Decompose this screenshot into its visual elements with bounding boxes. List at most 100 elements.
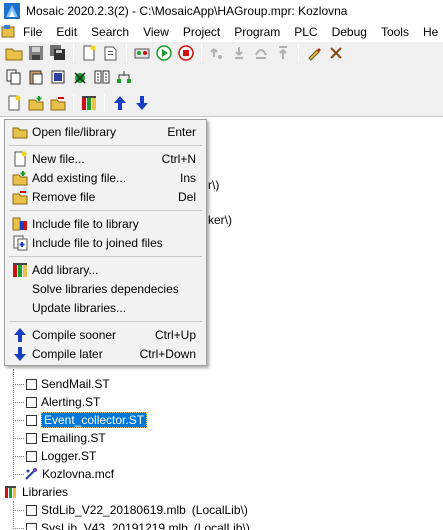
menu-item-add-library[interactable]: Add library... — [7, 260, 204, 279]
menu-item-shortcut: Ins — [179, 170, 196, 185]
libraries-icon — [4, 485, 18, 499]
menu-item-shortcut: Del — [177, 189, 196, 204]
menu-item-include-library[interactable]: Include file to library — [7, 214, 204, 233]
file-name: Alerting.ST — [41, 395, 101, 409]
save-icon[interactable] — [25, 42, 47, 64]
menu-item-label: Add existing file... — [32, 170, 127, 185]
save-all-icon[interactable] — [47, 42, 69, 64]
copy-icon[interactable] — [3, 66, 25, 88]
file-checkbox[interactable] — [26, 450, 37, 462]
add-existing-file-icon[interactable] — [25, 92, 47, 114]
libraries-label: Libraries — [22, 485, 69, 499]
menu-plc[interactable]: PLC — [287, 22, 324, 42]
compile-icon[interactable] — [47, 66, 69, 88]
menu-item-update-libraries[interactable]: Update libraries... — [7, 298, 204, 317]
menu-edit[interactable]: Edit — [49, 22, 84, 42]
menu-item-label: Compile sooner — [32, 327, 117, 342]
toolbar-separator — [73, 94, 74, 112]
library-icon[interactable] — [78, 92, 100, 114]
mcf-file-icon — [24, 467, 38, 481]
tree-connector — [13, 528, 24, 529]
tree-file-item[interactable]: Alerting.ST — [26, 393, 100, 411]
tree-connector — [13, 510, 24, 511]
menu-item-new-file[interactable]: New file... Ctrl+N — [7, 149, 204, 168]
start-icon[interactable] — [153, 42, 175, 64]
open-folder-icon — [11, 124, 29, 140]
menu-separator — [9, 256, 202, 257]
file-checkbox[interactable] — [26, 432, 37, 444]
menu-debug[interactable]: Debug — [325, 22, 374, 42]
pencil-icon[interactable] — [303, 42, 325, 64]
tree-file-item[interactable]: Logger.ST — [26, 447, 96, 465]
menu-item-shortcut: Ctrl+N — [161, 151, 196, 166]
tree-connector — [13, 456, 24, 457]
build-icon[interactable] — [69, 66, 91, 88]
file-name: Logger.ST — [41, 449, 97, 463]
file-name: Kozlovna.mcf — [42, 467, 115, 481]
file-checkbox[interactable] — [26, 396, 37, 408]
menu-item-compile-later[interactable]: Compile later Ctrl+Down — [7, 344, 204, 363]
menu-item-open-file[interactable]: Open file/library Enter — [7, 122, 204, 141]
menu-search[interactable]: Search — [84, 22, 136, 42]
menu-tools[interactable]: Tools — [374, 22, 416, 42]
step-into-icon[interactable] — [228, 42, 250, 64]
io-config-icon[interactable] — [91, 66, 113, 88]
menu-item-include-joined[interactable]: Include file to joined files — [7, 233, 204, 252]
tree-file-item-selected[interactable]: Event_collector.ST — [26, 411, 148, 429]
library-name: SysLib_V43_20191219.mlb — [41, 521, 188, 530]
step-out-icon[interactable] — [272, 42, 294, 64]
menu-item-add-existing-file[interactable]: Add existing file... Ins — [7, 168, 204, 187]
file-checkbox[interactable] — [26, 414, 37, 426]
open-folder-icon[interactable] — [3, 42, 25, 64]
menu-item-solve-dependencies[interactable]: Solve libraries dependecies — [7, 279, 204, 298]
file-name: SendMail.ST — [41, 377, 110, 391]
tree-file-item[interactable]: Emailing.ST — [26, 429, 106, 447]
tree-library-item[interactable]: SysLib_V43_20191219.mlb (LocalLib\) — [26, 519, 250, 530]
tree-connector — [13, 369, 14, 479]
menu-program[interactable]: Program — [227, 22, 287, 42]
tree-connector — [13, 402, 24, 403]
arrow-up-icon[interactable] — [109, 92, 131, 114]
toolbar-separator — [104, 94, 105, 112]
add-file-icon — [11, 170, 29, 186]
menu-item-compile-sooner[interactable]: Compile sooner Ctrl+Up — [7, 325, 204, 344]
menu-bar: File Edit Search View Project Program PL… — [0, 22, 443, 42]
tree-mcf-item[interactable]: Kozlovna.mcf — [24, 465, 114, 483]
arrow-down-icon — [11, 346, 29, 362]
menu-view[interactable]: View — [136, 22, 176, 42]
remove-file-icon — [11, 189, 29, 205]
menu-item-label: Add library... — [32, 262, 99, 277]
debug-icon[interactable] — [131, 42, 153, 64]
menu-item-label: Update libraries... — [32, 300, 127, 315]
tree-file-item[interactable]: SendMail.ST — [26, 375, 110, 393]
remove-file-icon[interactable] — [47, 92, 69, 114]
menu-project[interactable]: Project — [176, 22, 227, 42]
library-location: (LocalLib\) — [191, 503, 248, 517]
menu-help[interactable]: He — [416, 22, 443, 42]
file-checkbox[interactable] — [26, 378, 37, 390]
paste-icon[interactable] — [25, 66, 47, 88]
menu-item-remove-file[interactable]: Remove file Del — [7, 187, 204, 206]
network-icon[interactable] — [113, 66, 135, 88]
menu-item-shortcut: Ctrl+Down — [139, 346, 196, 361]
menu-item-label: Solve libraries dependecies — [32, 281, 179, 296]
step-over-icon[interactable] — [250, 42, 272, 64]
tree-connector — [13, 501, 14, 530]
add-file-icon[interactable] — [100, 42, 122, 64]
new-file-icon[interactable] — [3, 92, 25, 114]
include-joined-icon — [11, 235, 29, 251]
new-file-icon[interactable] — [78, 42, 100, 64]
tree-library-item[interactable]: StdLib_V22_20180619.mlb (LocalLib\) — [26, 501, 248, 519]
library-checkbox[interactable] — [26, 504, 37, 516]
x-tool-icon[interactable] — [325, 42, 347, 64]
menu-file[interactable]: File — [16, 22, 49, 42]
secondary-toolbar — [0, 66, 443, 88]
stop-icon[interactable] — [175, 42, 197, 64]
system-menu-icon[interactable] — [0, 22, 16, 42]
file-name: Event_collector.ST — [41, 412, 148, 428]
add-library-icon — [11, 262, 29, 278]
library-checkbox[interactable] — [26, 522, 37, 530]
step-icon[interactable] — [206, 42, 228, 64]
tree-libraries-node[interactable]: Libraries — [4, 483, 68, 501]
arrow-down-icon[interactable] — [131, 92, 153, 114]
